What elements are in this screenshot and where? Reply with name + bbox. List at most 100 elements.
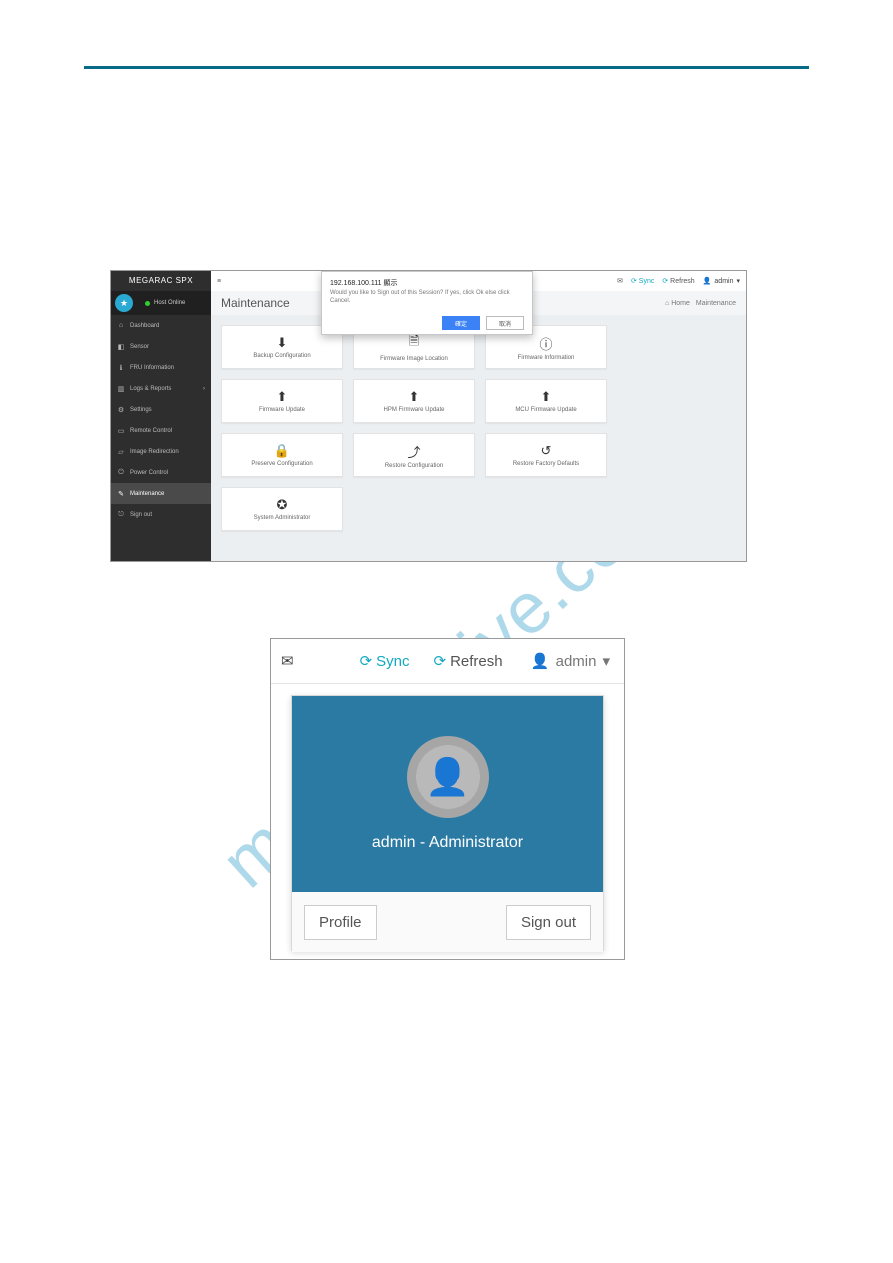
refresh-button[interactable]: ⟳ Refresh [662, 277, 694, 285]
tile-label: Firmware Information [518, 355, 575, 361]
sidebar-item-label: FRU Information [130, 365, 174, 371]
user-label: admin [714, 278, 733, 285]
topbar: ✉ ⟳ Sync ⟳ Refresh 👤 admin ▾ [271, 639, 624, 684]
display-icon: ▭ [117, 427, 125, 435]
lock-icon: 🔒 [274, 443, 290, 459]
chevron-right-icon: › [203, 386, 205, 392]
dialog-cancel-button[interactable]: 取消 [486, 316, 524, 330]
screenshot-maintenance: MEGARAC SPX ★ Host Online ⌂Dashboard ◧ Sen… [110, 270, 747, 562]
tile-mcu-firmware-update[interactable]: ⬆ MCU Firmware Update [485, 379, 607, 423]
file-icon: 🗎 [409, 332, 419, 354]
undo-icon: ↺ [541, 443, 552, 459]
power-icon: ⏻ [117, 469, 125, 477]
document-page: manualshive.com MEGARAC SPX ★ Host Onlin… [0, 0, 893, 1263]
breadcrumb: ⌂ Home Maintenance [665, 300, 736, 307]
brand-title: MEGARAC SPX [111, 271, 211, 291]
upload-icon: ⤴ [407, 442, 420, 461]
page-title: Maintenance [221, 296, 290, 310]
user-label: admin [556, 653, 597, 670]
host-status-label: Host Online [154, 300, 185, 306]
refresh-label: Refresh [450, 653, 503, 670]
quick-action-badge[interactable]: ★ [115, 294, 133, 312]
star-icon: ★ [120, 298, 128, 309]
sync-icon: ⟳ [631, 277, 637, 285]
tile-label: Restore Configuration [385, 463, 443, 469]
download-icon: ⬇ [277, 335, 288, 351]
tile-restore-configuration[interactable]: ⤴ Restore Configuration [353, 433, 475, 477]
sidebar-item-label: Maintenance [130, 491, 164, 497]
breadcrumb-current: Maintenance [696, 300, 736, 307]
tile-hpm-firmware-update[interactable]: ⬆ HPM Firmware Update [353, 379, 475, 423]
breadcrumb-home[interactable]: ⌂ Home [665, 300, 690, 307]
breadcrumb-home-label: Home [671, 300, 690, 307]
tile-system-administrator[interactable]: ✪ System Administrator [221, 487, 343, 531]
signout-button[interactable]: Sign out [506, 905, 591, 940]
dialog-title: 192.168.100.111 顯示 [330, 278, 524, 288]
confirm-dialog: 192.168.100.111 顯示 Would you like to Sig… [321, 271, 533, 335]
chevron-down-icon: ▾ [602, 652, 610, 670]
sidebar-item-sign-out[interactable]: ⎋Sign out [111, 504, 211, 525]
tile-label: Firmware Update [259, 407, 305, 413]
tile-label: Firmware Image Location [380, 356, 448, 362]
tile-label: System Administrator [254, 515, 311, 521]
sidebar-item-fru-information[interactable]: ℹ FRU Information [111, 357, 211, 378]
image-icon: ▱ [117, 448, 125, 456]
host-online-indicator [145, 301, 150, 306]
wrench-icon: ✎ [117, 490, 125, 498]
refresh-icon: ⟳ [434, 652, 447, 670]
menu-icon[interactable]: ≡ [217, 278, 221, 285]
user-icon: 👤 [703, 277, 712, 285]
envelope-icon[interactable]: ✉ [617, 277, 623, 285]
uparrow-box-icon: ⬆ [541, 389, 552, 405]
sidebar-item-label: Logs & Reports [130, 386, 171, 392]
dropdown-title: admin - Administrator [372, 834, 523, 852]
signout-icon: ⎋ [117, 511, 125, 519]
host-row: ★ Host Online [111, 291, 211, 315]
info-icon: ℹ [117, 364, 125, 372]
sidebar-item-sensor[interactable]: ◧ Sensor [111, 336, 211, 357]
dialog-ok-button[interactable]: 確定 [442, 316, 480, 330]
sync-label: Sync [639, 278, 655, 285]
sidebar-item-label: Power Control [130, 470, 168, 476]
sidebar-item-settings[interactable]: ⚙Settings [111, 399, 211, 420]
sidebar-item-remote-control[interactable]: ▭ Remote Control [111, 420, 211, 441]
refresh-button[interactable]: ⟳ Refresh [434, 652, 503, 670]
refresh-icon: ⟳ [662, 277, 668, 285]
sidebar-item-label: Settings [130, 407, 152, 413]
uparrow-box-icon: ⬆ [277, 389, 288, 405]
uparrow-box-icon: ⬆ [409, 389, 420, 405]
dropdown-footer: Profile Sign out [292, 892, 603, 952]
sidebar-item-label: Sensor [130, 344, 149, 350]
tile-label: Restore Factory Defaults [513, 461, 579, 467]
user-icon: 👤 [531, 652, 550, 670]
sidebar-item-label: Remote Control [130, 428, 172, 434]
dialog-text: Would you like to Sign out of this Sessi… [330, 290, 524, 306]
user-dropdown-panel: 👤 admin - Administrator Profile Sign out [291, 695, 604, 951]
home-icon: ⌂ [665, 300, 669, 307]
sidebar-item-maintenance[interactable]: ✎ Maintenance [111, 483, 211, 504]
badge-icon: ✪ [277, 497, 288, 513]
sync-button[interactable]: ⟳ Sync [631, 277, 654, 285]
sidebar: MEGARAC SPX ★ Host Online ⌂Dashboard ◧ Sen… [111, 271, 211, 561]
chart-icon: ▥ [117, 385, 125, 393]
sidebar-item-power-control[interactable]: ⏻ Power Control [111, 462, 211, 483]
tile-restore-factory-defaults[interactable]: ↺ Restore Factory Defaults [485, 433, 607, 477]
dashboard-icon: ◧ [117, 343, 125, 351]
chevron-down-icon: ▾ [736, 277, 740, 285]
sidebar-item-image-redirection[interactable]: ▱Image Redirection [111, 441, 211, 462]
sidebar-item-logs-reports[interactable]: ▥ Logs & Reports › [111, 378, 211, 399]
profile-button[interactable]: Profile [304, 905, 377, 940]
tile-label: HPM Firmware Update [383, 407, 444, 413]
tile-label: Preserve Configuration [251, 461, 312, 467]
tile-label: Backup Configuration [253, 353, 310, 359]
envelope-icon[interactable]: ✉ [281, 652, 294, 670]
screenshot-user-dropdown: ✉ ⟳ Sync ⟳ Refresh 👤 admin ▾ 👤 admin - [270, 638, 625, 960]
tile-label: MCU Firmware Update [515, 407, 576, 413]
user-menu[interactable]: 👤 admin ▾ [703, 277, 740, 285]
sidebar-item-dashboard[interactable]: ⌂Dashboard [111, 315, 211, 336]
tile-preserve-configuration[interactable]: 🔒 Preserve Configuration [221, 433, 343, 477]
header-rule [84, 66, 809, 69]
sync-button[interactable]: ⟳ Sync [360, 652, 410, 670]
user-menu[interactable]: 👤 admin ▾ [531, 652, 610, 670]
tile-firmware-update[interactable]: ⬆ Firmware Update [221, 379, 343, 423]
